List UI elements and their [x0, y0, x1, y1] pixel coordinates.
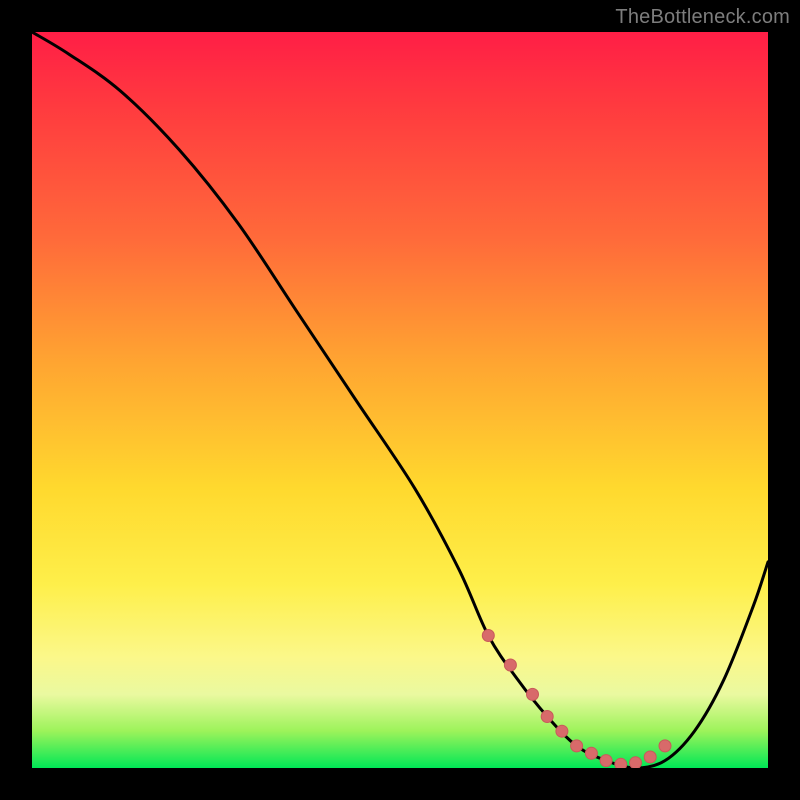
marker-dot — [585, 747, 597, 759]
marker-dot — [482, 630, 494, 642]
marker-dot — [659, 740, 671, 752]
marker-dot — [644, 751, 656, 763]
highlight-markers — [482, 630, 671, 769]
marker-dot — [630, 757, 642, 768]
bottleneck-curve — [32, 32, 768, 768]
marker-dot — [504, 659, 516, 671]
marker-dot — [556, 725, 568, 737]
marker-dot — [600, 755, 612, 767]
chart-svg — [32, 32, 768, 768]
marker-dot — [527, 688, 539, 700]
chart-frame: TheBottleneck.com — [0, 0, 800, 800]
marker-dot — [571, 740, 583, 752]
plot-area — [32, 32, 768, 768]
marker-dot — [615, 758, 627, 768]
watermark-text: TheBottleneck.com — [615, 6, 790, 29]
marker-dot — [541, 711, 553, 723]
